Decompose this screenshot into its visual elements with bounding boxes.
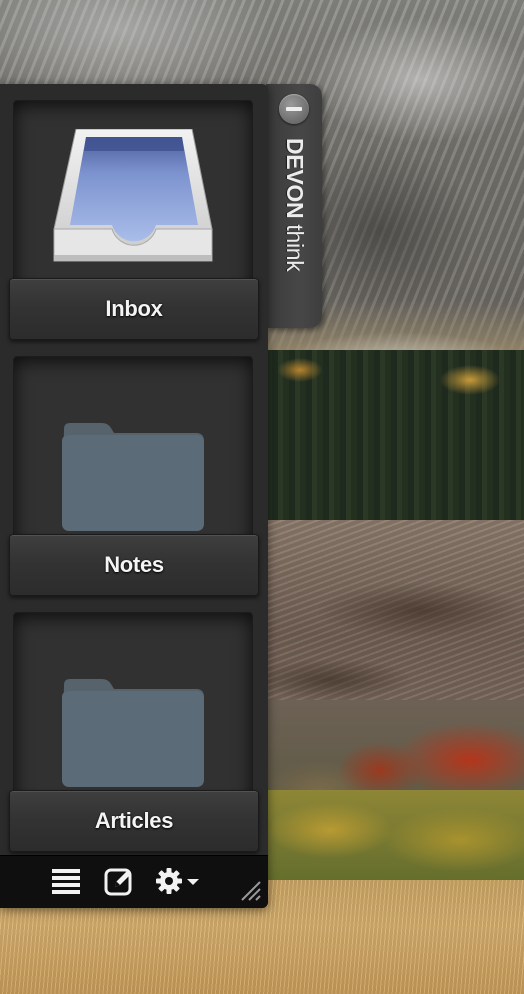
brand-label-bold: DEVON	[282, 138, 308, 219]
inbox-tray-icon	[53, 129, 213, 262]
tile-inbox-button[interactable]: Inbox	[9, 278, 259, 340]
folder-icon	[62, 679, 204, 787]
tile-notes-well[interactable]	[13, 356, 253, 554]
tile-inbox-well[interactable]	[13, 100, 253, 298]
drawer-toggle-tab[interactable]: DEVON think	[266, 84, 322, 328]
chevron-down-icon	[187, 879, 199, 885]
sorter-drawer: Inbox Notes Articles	[0, 84, 268, 908]
tile-articles-label: Articles	[94, 808, 174, 833]
gear-menu-icon[interactable]	[154, 866, 202, 898]
collapse-knob-icon[interactable]	[279, 94, 309, 124]
brand-label-regular: think	[282, 224, 308, 272]
tile-inbox-label: Inbox	[105, 296, 163, 321]
tile-notes-label: Notes	[104, 552, 164, 577]
brand-label: DEVON think	[281, 138, 308, 271]
new-note-icon[interactable]	[103, 866, 135, 898]
drawer-toolbar	[0, 855, 268, 908]
list-view-icon[interactable]	[50, 866, 82, 898]
tile-articles-well[interactable]	[13, 612, 253, 810]
resize-grip-icon[interactable]	[238, 878, 262, 902]
tile-notes-button[interactable]: Notes	[9, 534, 259, 596]
tile-articles-button[interactable]: Articles	[9, 790, 259, 852]
folder-icon	[62, 423, 204, 531]
